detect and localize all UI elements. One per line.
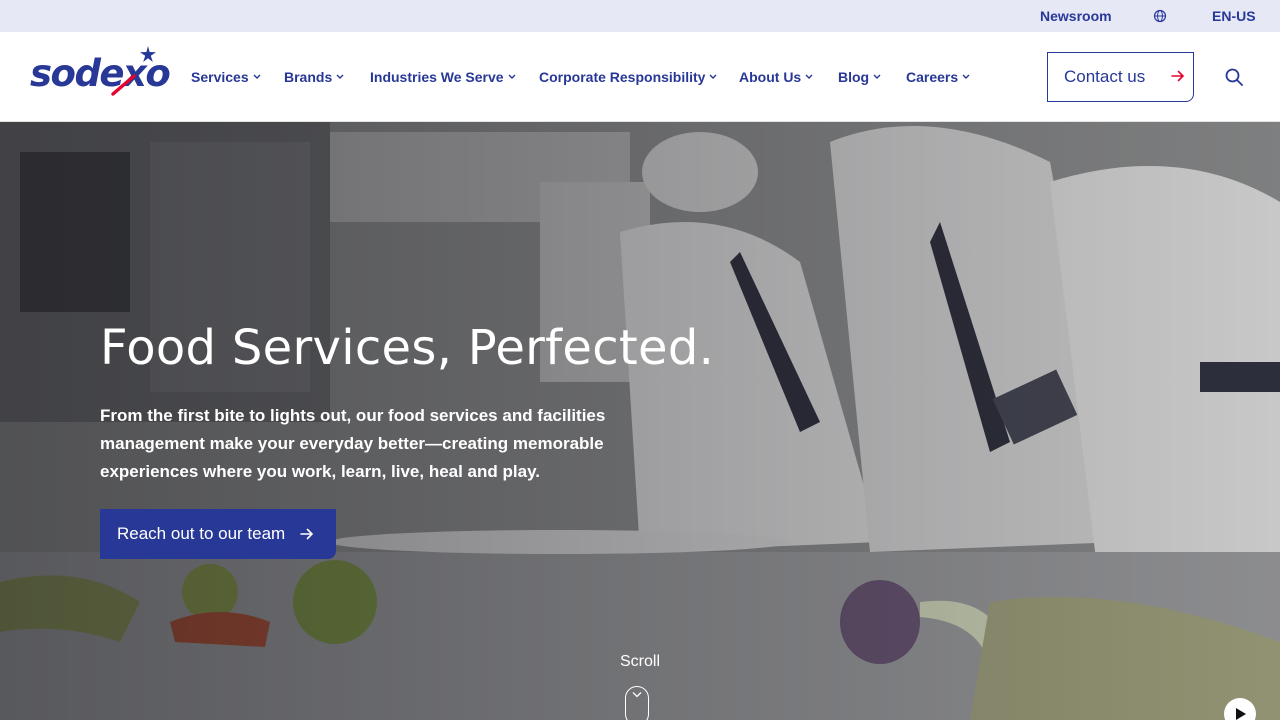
chevron-down-icon [336,74,344,79]
contact-us-button[interactable]: Contact us [1047,52,1194,102]
chevron-down-icon [873,74,881,79]
newsroom-link[interactable]: Newsroom [1040,8,1112,24]
site-header: sodexo Services Brands Industries We Ser… [0,32,1280,122]
reach-out-label: Reach out to our team [117,524,286,543]
nav-item-about-us[interactable]: About Us [739,69,813,85]
globe-icon[interactable] [1153,9,1167,23]
nav-item-industries[interactable]: Industries We Serve [370,69,516,85]
search-icon[interactable] [1225,68,1243,86]
chevron-down-icon [962,74,970,79]
nav-label: About Us [739,69,802,85]
contact-us-label: Contact us [1064,67,1146,86]
nav-label: Industries We Serve [370,69,504,85]
nav-label: Careers [906,69,959,85]
chevron-down-icon [508,74,516,79]
nav-item-corporate-responsibility[interactable]: Corporate Responsibility [539,69,717,85]
sodexo-logo[interactable]: sodexo [30,46,171,96]
hero-section: Food Services, Perfected. From the first… [0,122,1280,720]
logo-star-icon [140,46,156,62]
arrow-right-icon [300,528,314,540]
nav-item-brands[interactable]: Brands [284,69,344,85]
hero-subtitle: From the first bite to lights out, our f… [100,406,606,481]
nav-item-services[interactable]: Services [191,69,261,85]
chevron-down-icon [709,74,717,79]
reach-out-button[interactable]: Reach out to our team [100,509,336,559]
arrow-right-icon [1171,70,1185,82]
chevron-down-icon [253,74,261,79]
language-selector[interactable]: EN-US [1212,8,1256,24]
scroll-label: Scroll [619,653,660,670]
nav-label: Corporate Responsibility [539,69,706,85]
utility-bar: Newsroom EN-US [0,0,1280,32]
hero-title: Food Services, Perfected. [100,320,715,376]
chevron-down-icon [632,692,642,698]
chevron-down-icon [805,74,813,79]
nav-item-blog[interactable]: Blog [838,69,881,85]
nav-label: Blog [838,69,870,85]
scroll-indicator[interactable] [625,686,649,720]
nav-label: Brands [284,69,333,85]
nav-item-careers[interactable]: Careers [906,69,970,85]
nav-label: Services [191,69,249,85]
play-icon [1236,708,1246,720]
logo-swoosh-icon [111,74,136,96]
